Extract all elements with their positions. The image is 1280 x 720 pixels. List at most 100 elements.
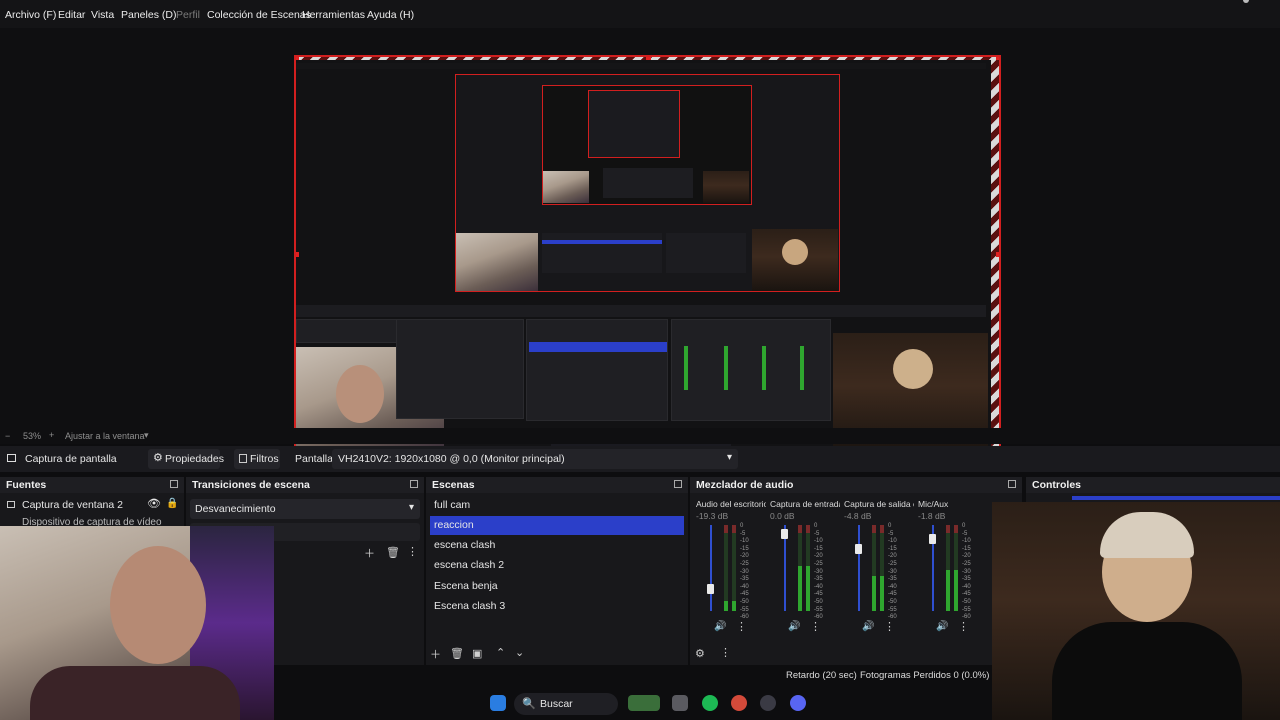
discord-icon[interactable] [790, 695, 806, 711]
scene-item[interactable]: full cam [430, 496, 684, 515]
window-icon [7, 501, 15, 508]
taskbar-search[interactable]: 🔍 Buscar [514, 693, 618, 715]
obs-icon[interactable] [760, 695, 776, 711]
scene-item[interactable]: Escena clash 3 [430, 597, 684, 616]
speaker-icon[interactable]: 🔊 [714, 621, 726, 632]
menu-coleccion[interactable]: Colección de Escenas [207, 9, 311, 21]
filters-button[interactable]: Filtros [234, 449, 280, 469]
trash-icon[interactable]: 🗑 [386, 546, 400, 559]
scenes-title: Escenas [432, 479, 475, 491]
spotify-icon[interactable] [702, 695, 718, 711]
db-scale: 0 -5 -10 -15 -20 -25 -30 -35 -40 -45 -50 -55 -60 [740, 523, 749, 621]
properties-button[interactable]: ⚙ Propiedades [148, 449, 224, 469]
level-meter [946, 525, 950, 611]
resize-handle-tr[interactable] [996, 57, 999, 60]
transition-select[interactable]: Desvanecimiento ▾ [190, 499, 420, 519]
nested-cam-left [543, 171, 589, 203]
more-options-icon[interactable]: ⋮ [720, 646, 731, 659]
volume-fader[interactable] [710, 525, 712, 611]
level-meter [798, 525, 802, 611]
preview-area[interactable] [0, 28, 1280, 452]
more-options-icon[interactable]: ⋮ [736, 620, 747, 633]
move-down-icon[interactable]: ⌄ [515, 646, 524, 659]
dock-menu-icon[interactable] [1008, 480, 1016, 488]
fader-knob[interactable] [781, 528, 788, 539]
resize-handle-tm[interactable] [646, 57, 651, 60]
level-meter [724, 525, 728, 611]
fader-knob[interactable] [929, 534, 936, 545]
more-options-icon[interactable]: ⋮ [884, 620, 895, 633]
zoom-fit-label[interactable]: Ajustar a la ventana [65, 431, 145, 441]
windows-start-icon[interactable] [490, 695, 506, 711]
dock-menu-icon[interactable] [674, 480, 682, 488]
add-scene-icon[interactable]: ＋ [430, 646, 441, 662]
zoom-minus-icon[interactable]: − [5, 431, 10, 441]
scene-item[interactable]: Escena benja [430, 577, 684, 596]
menu-ayuda[interactable]: Ayuda (H) [367, 9, 414, 21]
nested-source-bar [296, 305, 986, 317]
scene-item[interactable]: escena clash 2 [430, 556, 684, 575]
zoom-level: 53% [23, 431, 42, 441]
channel-name: Captura de salida c [844, 499, 914, 509]
trash-icon[interactable]: 🗑 [450, 647, 464, 660]
fader-knob[interactable] [707, 584, 714, 595]
fader-knob[interactable] [855, 544, 862, 554]
chrome-icon[interactable] [731, 695, 747, 711]
resize-handle-tl[interactable] [296, 57, 299, 60]
menu-editar[interactable]: Editar [58, 9, 85, 21]
nested-preview-deep [588, 90, 680, 158]
preview-capture-frame[interactable] [294, 55, 1001, 452]
dock-menu-icon[interactable] [170, 480, 178, 488]
zoom-plus-icon[interactable]: + [49, 430, 54, 440]
db-scale: 0 -5 -10 -15 -20 -25 -30 -35 -40 -45 -50 -55 -60 [962, 523, 971, 621]
scene-label: Escena clash 3 [434, 600, 506, 612]
dock-menu-icon[interactable] [410, 480, 418, 488]
nested-scenes [526, 319, 668, 421]
webcam-overlay-left [0, 526, 274, 720]
mixer-channel: Captura de salida c -4.8 dB 0 -5 -10 -15 -20 -2… [842, 497, 914, 637]
volume-fader[interactable] [858, 525, 860, 611]
level-meter [872, 525, 876, 611]
resize-handle-mr[interactable] [996, 252, 999, 257]
gear-icon: ⚙ [153, 452, 163, 464]
filter-icon[interactable]: ▣ [472, 647, 482, 660]
menu-perfil[interactable]: Perfil [176, 9, 200, 21]
chevron-down-icon: ▾ [408, 502, 414, 513]
resize-handle-ml[interactable] [296, 252, 299, 257]
channel-db: 0.0 dB [770, 511, 795, 521]
menu-paneles[interactable]: Paneles (D) [121, 9, 176, 21]
add-transition-icon[interactable]: ＋ [364, 545, 375, 561]
scenes-header: Escenas [426, 477, 688, 493]
nested-menu-line [296, 63, 986, 69]
more-options-icon[interactable]: ⋮ [958, 620, 969, 633]
eye-icon[interactable]: 👁 [147, 497, 161, 510]
properties-label: Propiedades [165, 453, 224, 465]
nested-preview [455, 74, 840, 292]
move-up-icon[interactable]: ⌃ [496, 646, 505, 659]
controls-header: Controles [1026, 477, 1280, 493]
sources-title: Fuentes [6, 479, 47, 491]
source-item-1[interactable]: Captura de ventana 2 👁 🔒 [4, 497, 182, 514]
widgets-icon[interactable] [628, 695, 660, 711]
scene-item-selected[interactable]: reaccion [430, 516, 684, 535]
more-options-icon[interactable]: ⋮ [810, 620, 821, 633]
lock-icon[interactable]: 🔒 [166, 498, 178, 509]
zoom-dropdown-icon[interactable]: ▾ [144, 430, 149, 441]
more-options-icon[interactable]: ⋮ [407, 545, 418, 558]
mixer-settings-icon[interactable]: ⚙ [695, 647, 705, 660]
speaker-icon[interactable]: 🔊 [788, 621, 800, 632]
window-dot-icon [1243, 0, 1249, 3]
mixer-header: Mezclador de audio [690, 477, 1022, 493]
speaker-icon[interactable]: 🔊 [862, 621, 874, 632]
scene-item[interactable]: escena clash [430, 536, 684, 555]
menu-herramientas[interactable]: Herramientas [302, 9, 365, 21]
display-select[interactable]: VH2410V2: 1920x1080 @ 0,0 (Monitor princ… [332, 449, 738, 469]
menu-archivo[interactable]: Archivo (F) [5, 9, 56, 21]
mixer-channel: Captura de entrada 0.0 dB 0 -5 -10 -15 -20 -25-… [768, 497, 840, 637]
nested-cam-right [703, 171, 749, 203]
speaker-icon[interactable]: 🔊 [936, 621, 948, 632]
menu-vista[interactable]: Vista [91, 9, 114, 21]
taskview-icon[interactable] [672, 695, 688, 711]
nested-mixer-mini-2 [666, 233, 746, 273]
search-icon: 🔍 [522, 698, 536, 710]
